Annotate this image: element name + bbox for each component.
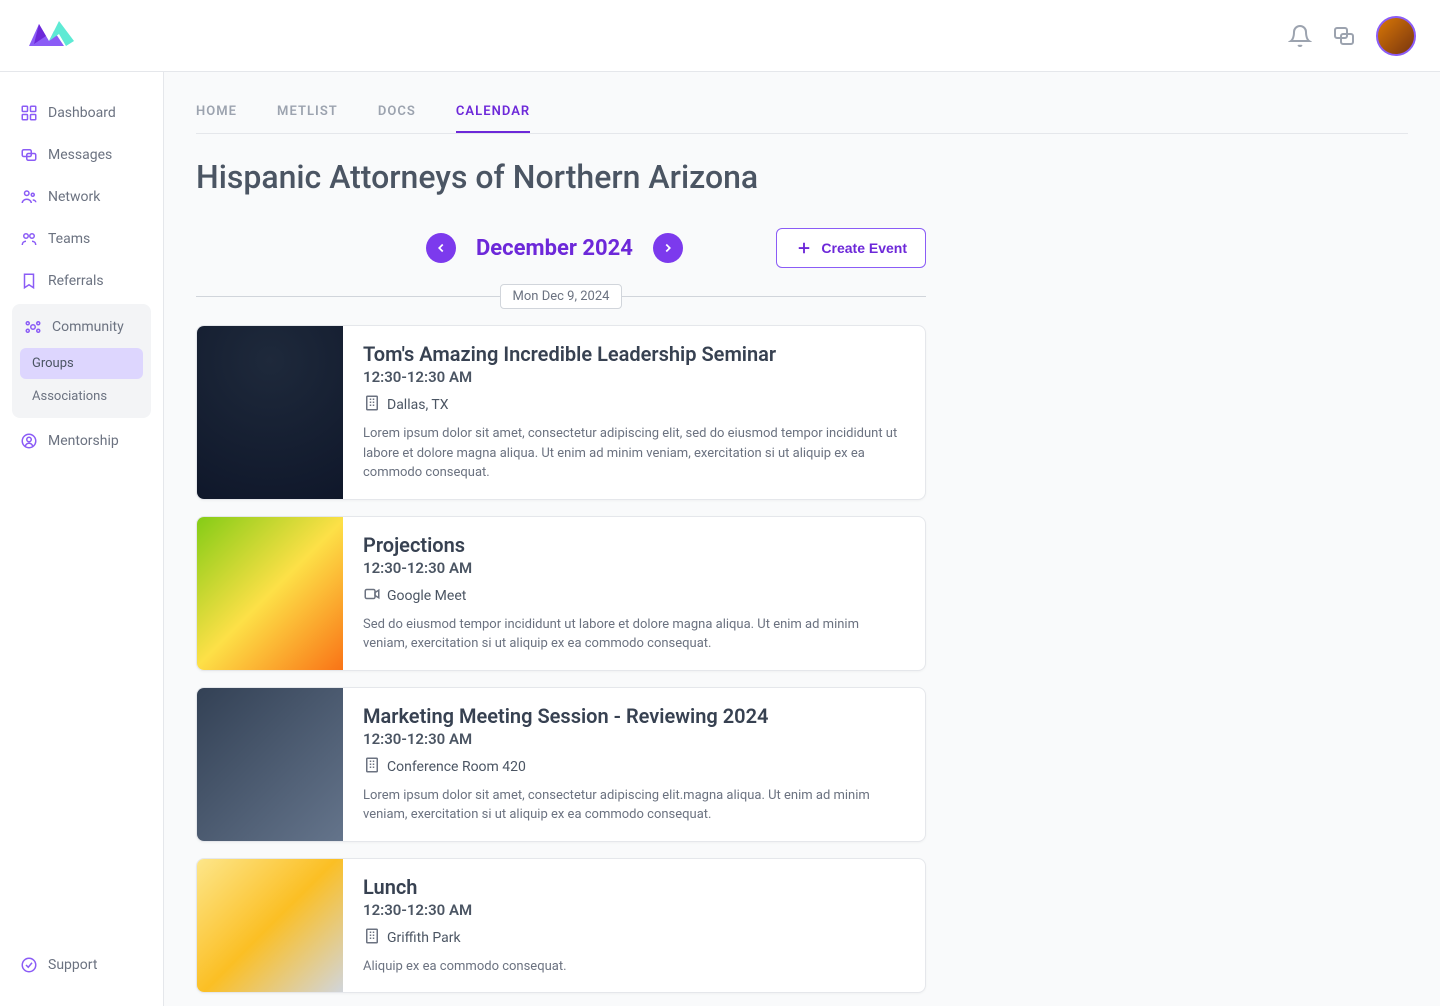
building-icon [363,394,381,416]
layout: Dashboard Messages Network Teams Referra… [0,72,1440,1006]
content-tabs: HOME METLIST DOCS CALENDAR [196,92,1408,134]
event-location-text: Google Meet [387,588,466,604]
event-card[interactable]: Marketing Meeting Session - Reviewing 20… [196,687,926,842]
event-card[interactable]: Lunch 12:30-12:30 AM Griffith Park Aliqu… [196,858,926,994]
page-title: Hispanic Attorneys of Northern Arizona [196,158,1408,196]
date-badge: Mon Dec 9, 2024 [500,284,623,309]
event-description: Lorem ipsum dolor sit amet, consectetur … [363,424,905,483]
tab-metlist[interactable]: METLIST [277,92,338,133]
sidebar-label: Mentorship [48,433,119,449]
event-description: Lorem ipsum dolor sit amet, consectetur … [363,786,905,825]
sidebar-label: Network [48,189,100,205]
sidebar-item-community[interactable]: Community [16,308,147,346]
chat-icon [20,146,38,164]
event-title: Tom's Amazing Incredible Leadership Semi… [363,342,905,366]
event-thumbnail [197,326,343,499]
month-navigation: December 2024 [426,233,683,263]
check-circle-icon [20,956,38,974]
event-location-text: Conference Room 420 [387,759,526,775]
chevron-right-icon [661,241,675,255]
event-thumbnail [197,517,343,670]
calendar-controls: December 2024 Create Event [196,228,926,268]
chevron-left-icon [434,241,448,255]
app-logo[interactable] [24,16,84,56]
event-location: Griffith Park [363,927,905,949]
prev-month-button[interactable] [426,233,456,263]
event-title: Lunch [363,875,905,899]
event-description: Aliquip ex ea commodo consequat. [363,957,905,977]
event-list: Tom's Amazing Incredible Leadership Semi… [196,325,1408,993]
date-divider: Mon Dec 9, 2024 [196,284,926,309]
create-event-label: Create Event [821,240,907,256]
sidebar-label: Dashboard [48,105,116,121]
sidebar-label: Community [52,319,124,335]
grid-icon [20,104,38,122]
event-location-text: Dallas, TX [387,397,449,413]
video-icon [363,585,381,607]
event-title: Marketing Meeting Session - Reviewing 20… [363,704,905,728]
event-body: Lunch 12:30-12:30 AM Griffith Park Aliqu… [343,859,925,993]
event-location: Google Meet [363,585,905,607]
sidebar: Dashboard Messages Network Teams Referra… [0,72,164,1006]
sidebar-item-mentorship[interactable]: Mentorship [12,420,151,462]
event-location: Dallas, TX [363,394,905,416]
sidebar-item-network[interactable]: Network [12,176,151,218]
sidebar-label: Messages [48,147,112,163]
event-title: Projections [363,533,905,557]
sidebar-group-community: Community Groups Associations [12,304,151,418]
sidebar-item-dashboard[interactable]: Dashboard [12,92,151,134]
next-month-button[interactable] [653,233,683,263]
event-time: 12:30-12:30 AM [363,730,905,748]
event-thumbnail [197,859,343,993]
header-actions [1288,16,1416,56]
sidebar-label: Support [48,957,97,973]
bell-icon[interactable] [1288,24,1312,48]
team-icon [20,230,38,248]
community-icon [24,318,42,336]
month-label: December 2024 [476,236,633,261]
event-thumbnail [197,688,343,841]
event-body: Tom's Amazing Incredible Leadership Semi… [343,326,925,499]
sidebar-item-teams[interactable]: Teams [12,218,151,260]
chat-icon[interactable] [1332,24,1356,48]
tab-calendar[interactable]: CALENDAR [456,92,530,133]
building-icon [363,756,381,778]
sidebar-label: Referrals [48,273,104,289]
sidebar-label: Teams [48,231,90,247]
sidebar-item-support[interactable]: Support [12,944,151,986]
event-description: Sed do eiusmod tempor incididunt ut labo… [363,615,905,654]
event-body: Marketing Meeting Session - Reviewing 20… [343,688,925,841]
event-time: 12:30-12:30 AM [363,901,905,919]
event-time: 12:30-12:30 AM [363,368,905,386]
people-icon [20,188,38,206]
bookmark-icon [20,272,38,290]
event-time: 12:30-12:30 AM [363,559,905,577]
create-event-button[interactable]: Create Event [776,228,926,268]
user-avatar[interactable] [1376,16,1416,56]
mentorship-icon [20,432,38,450]
plus-icon [795,239,813,257]
event-location: Conference Room 420 [363,756,905,778]
building-icon [363,927,381,949]
event-card[interactable]: Projections 12:30-12:30 AM Google Meet S… [196,516,926,671]
top-header [0,0,1440,72]
sidebar-subitem-associations[interactable]: Associations [20,381,143,412]
tab-docs[interactable]: DOCS [378,92,416,133]
sidebar-item-messages[interactable]: Messages [12,134,151,176]
sidebar-item-referrals[interactable]: Referrals [12,260,151,302]
event-card[interactable]: Tom's Amazing Incredible Leadership Semi… [196,325,926,500]
tab-home[interactable]: HOME [196,92,237,133]
event-location-text: Griffith Park [387,930,461,946]
main-content: HOME METLIST DOCS CALENDAR Hispanic Atto… [164,72,1440,1006]
event-body: Projections 12:30-12:30 AM Google Meet S… [343,517,925,670]
sidebar-subitem-groups[interactable]: Groups [20,348,143,379]
